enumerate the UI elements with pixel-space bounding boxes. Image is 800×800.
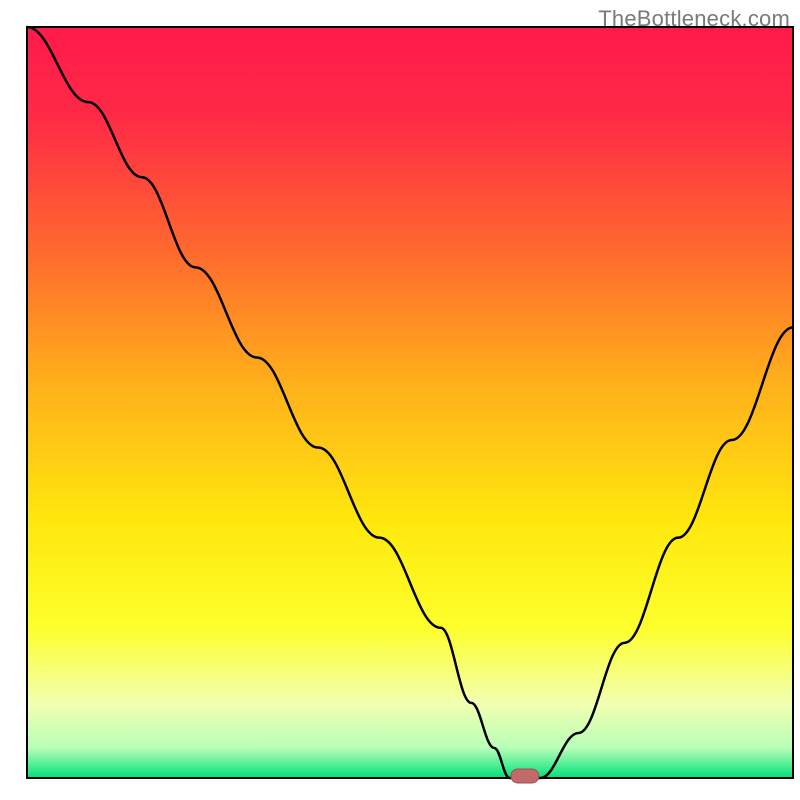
attribution-label: TheBottleneck.com (598, 6, 790, 32)
plot-background (27, 27, 793, 778)
chart-canvas: TheBottleneck.com (0, 0, 800, 800)
chart-svg (0, 0, 800, 800)
optimal-marker (511, 769, 539, 783)
